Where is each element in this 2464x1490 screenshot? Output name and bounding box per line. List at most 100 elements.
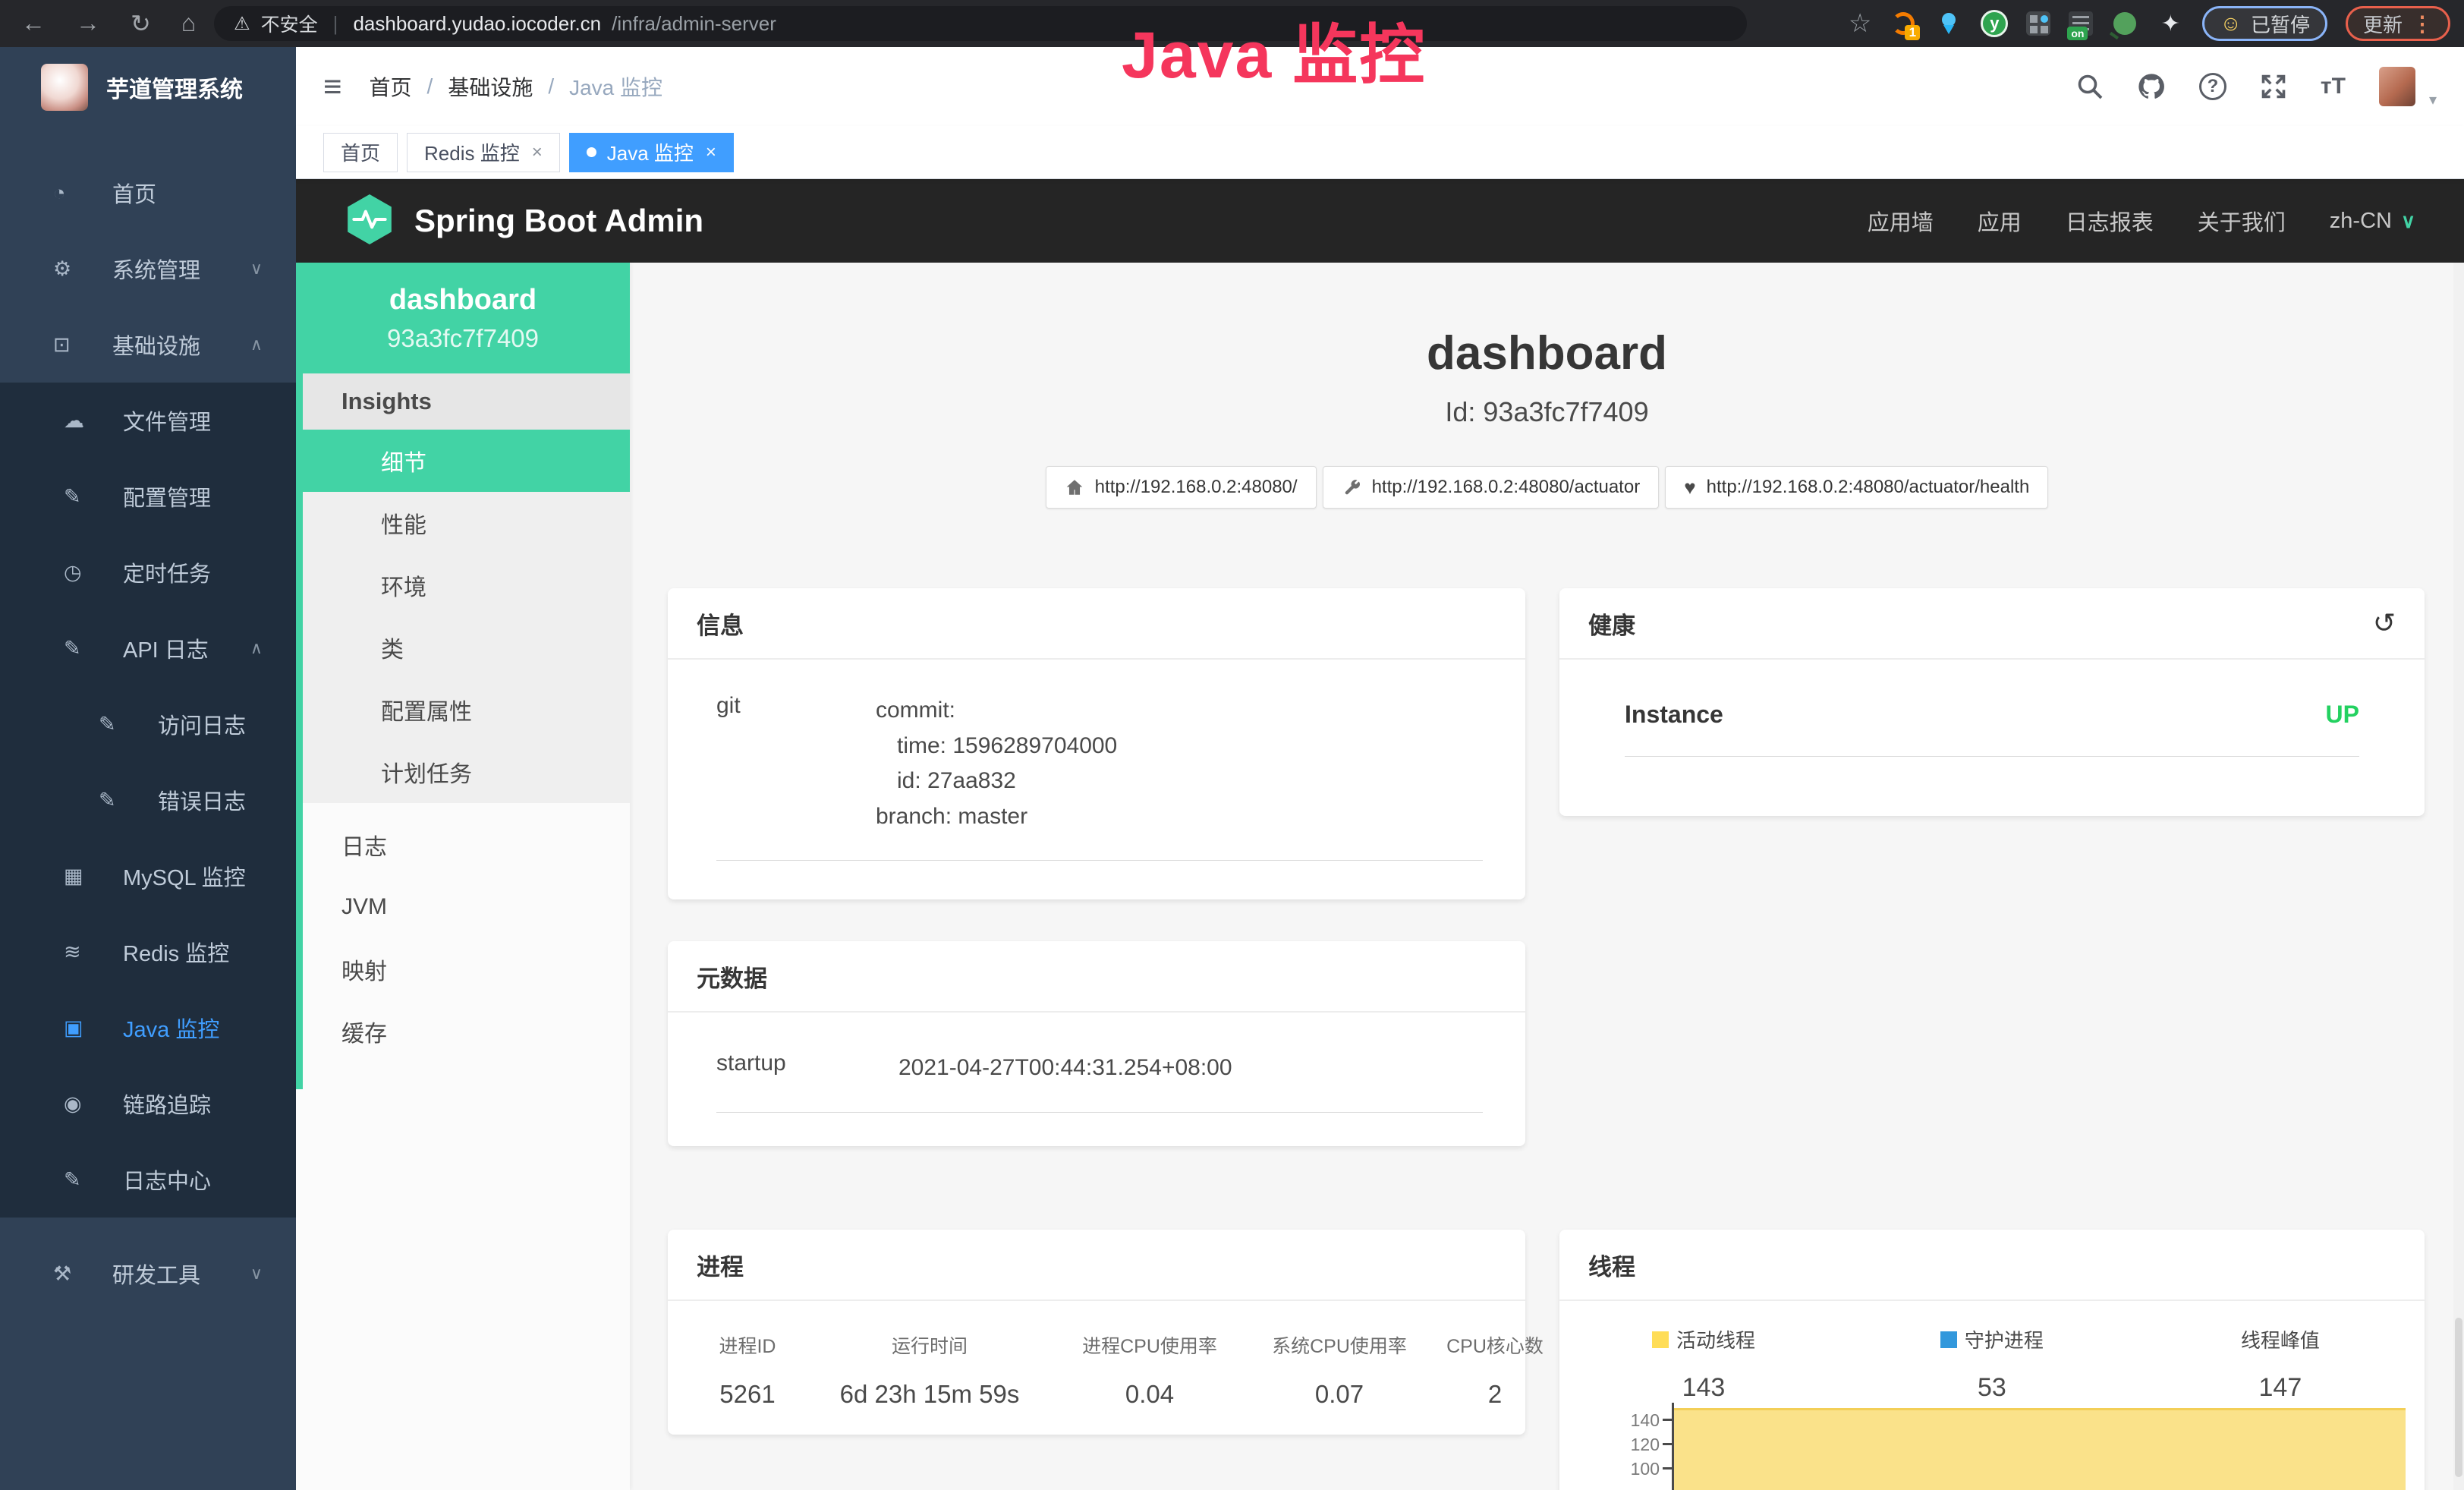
clock-icon: ◷ <box>64 561 97 584</box>
sidebar-item-log-center[interactable]: ✎ 日志中心 <box>0 1142 296 1218</box>
hamburger-icon[interactable]: ≡ <box>323 71 342 102</box>
sba-item-details[interactable]: 细节 <box>296 430 630 492</box>
info-card: 信息 git commit: time: 1596289704000 id: 2… <box>668 588 1525 899</box>
sidebar-item-redis-monitor[interactable]: ≋ Redis 监控 <box>0 914 296 990</box>
bookmark-star-icon[interactable]: ☆ <box>1849 8 1871 39</box>
metadata-card-title: 元数据 <box>668 941 1525 1013</box>
sidebar-item-config-manage[interactable]: ✎ 配置管理 <box>0 458 296 534</box>
extension-switch-icon[interactable]: on <box>2069 11 2093 36</box>
sba-nav-wallboard[interactable]: 应用墙 <box>1868 205 1934 237</box>
health-instance-row[interactable]: Instance UP <box>1625 701 2359 757</box>
url-host[interactable]: dashboard.yudao.iocoder.cn <box>353 12 601 36</box>
breadcrumb-current: Java 监控 <box>569 71 662 102</box>
instance-id: 93a3fc7f7409 <box>387 324 539 353</box>
sba-item-metrics[interactable]: 性能 <box>296 492 630 554</box>
threads-chart: 140 120 100 <box>1559 1230 2425 1490</box>
extension-pin-icon[interactable] <box>1935 10 1962 37</box>
chevron-up-icon: ∧ <box>250 638 263 658</box>
security-label[interactable]: 不安全 <box>261 10 318 37</box>
instance-name: dashboard <box>389 284 537 317</box>
actuator-url-button[interactable]: http://192.168.0.2:48080/actuator <box>1323 466 1660 509</box>
sidebar-item-infra[interactable]: ⊡ 基础设施 ∧ <box>0 307 296 383</box>
sidebar-item-java-monitor[interactable]: ▣ Java 监控 <box>0 990 296 1066</box>
github-icon[interactable] <box>2137 72 2166 101</box>
live-threads-area <box>1674 1408 2406 1490</box>
tools-icon: ⚒ <box>53 1262 87 1286</box>
browser-update-button[interactable]: 更新 ⋮ <box>2346 6 2450 41</box>
forward-icon[interactable]: → <box>76 9 100 38</box>
close-icon[interactable]: × <box>532 142 543 163</box>
instance-links: http://192.168.0.2:48080/ http://192.168… <box>630 466 2464 509</box>
sidebar-item-file-manage[interactable]: ☁ 文件管理 <box>0 383 296 458</box>
extension-grid-icon[interactable] <box>2026 11 2050 36</box>
sba-item-mappings[interactable]: 映射 <box>296 938 630 1000</box>
avatar-caret-icon[interactable]: ▾ <box>2429 90 2437 109</box>
edit-icon: ✎ <box>99 713 132 736</box>
scrollbar-thumb[interactable] <box>2455 1318 2462 1477</box>
tab-home[interactable]: 首页 <box>323 133 398 172</box>
extension-leaf-icon[interactable] <box>2111 10 2138 37</box>
metadata-card: 元数据 startup 2021-04-27T00:44:31.254+08:0… <box>668 941 1525 1146</box>
extension-green-y-icon[interactable]: y <box>1981 10 2008 37</box>
info-card-title: 信息 <box>668 588 1525 660</box>
browser-menu-icon[interactable]: ⋮ <box>2412 11 2433 36</box>
sidebar-item-dev-tools[interactable]: ⚒ 研发工具 ∨ <box>0 1236 296 1312</box>
search-icon[interactable] <box>2076 73 2104 100</box>
help-icon[interactable]: ? <box>2199 73 2226 100</box>
reload-icon[interactable]: ↻ <box>131 9 151 38</box>
extensions-puzzle-icon[interactable]: ✦ <box>2157 10 2184 37</box>
history-icon[interactable]: ↺ <box>2373 607 2396 639</box>
page-scrollbar[interactable] <box>2453 263 2464 1490</box>
sba-nav-about[interactable]: 关于我们 <box>2198 205 2286 237</box>
sidebar-item-access-log[interactable]: ✎ 访问日志 <box>0 686 296 762</box>
wrench-icon <box>1342 477 1361 497</box>
sba-logo-icon <box>345 193 395 250</box>
sba-language-select[interactable]: zh-CN ∨ <box>2330 209 2415 234</box>
health-url-button[interactable]: ♥ http://192.168.0.2:48080/actuator/heal… <box>1665 466 2048 509</box>
instance-id-line: Id: 93a3fc7f7409 <box>630 396 2464 428</box>
sba-item-jvm[interactable]: JVM <box>296 876 630 938</box>
sba-item-environment[interactable]: 环境 <box>296 554 630 616</box>
app-title: 芋道管理系统 <box>106 71 243 104</box>
extension-colorzilla-icon[interactable]: 1 <box>1890 10 1917 37</box>
service-url-button[interactable]: http://192.168.0.2:48080/ <box>1046 466 1317 509</box>
sba-item-caches[interactable]: 缓存 <box>296 1000 630 1063</box>
home-icon[interactable]: ⌂ <box>181 9 196 38</box>
threads-card: 线程 活动线程 守护进程 线程峰值 <box>1559 1230 2425 1490</box>
sba-navbar: Spring Boot Admin 应用墙 应用 日志报表 关于我们 zh-CN… <box>296 179 2464 263</box>
sba-section-insights: Insights <box>296 373 630 430</box>
font-size-icon[interactable]: тT <box>2321 74 2346 99</box>
sba-brand[interactable]: Spring Boot Admin <box>414 203 703 239</box>
address-bar[interactable]: ⚠ 不安全 | dashboard.yudao.iocoder.cn /infr… <box>214 6 1747 41</box>
sba-item-config-props[interactable]: 配置属性 <box>296 679 630 741</box>
tab-redis-monitor[interactable]: Redis 监控 × <box>407 133 560 172</box>
sba-main: dashboard Id: 93a3fc7f7409 http://192.16… <box>630 263 2464 1490</box>
process-table: 进程ID 运行时间 进程CPU使用率 系统CPU使用率 CPU核心数 5261 … <box>691 1331 1510 1409</box>
sba-nav-journal[interactable]: 日志报表 <box>2066 205 2154 237</box>
sidebar-item-home[interactable]: ◔ 首页 <box>0 155 296 231</box>
sidebar-item-api-log[interactable]: ✎ API 日志 ∧ <box>0 610 296 686</box>
sba-item-logs[interactable]: 日志 <box>296 814 630 876</box>
sba-nav-applications[interactable]: 应用 <box>1978 205 2022 237</box>
avatar-emoji-icon: ☺ <box>2220 11 2242 36</box>
sba-instance-header[interactable]: dashboard 93a3fc7f7409 <box>296 263 630 373</box>
sba-item-classes[interactable]: 类 <box>296 616 630 679</box>
sidebar-item-mysql-monitor[interactable]: ▦ MySQL 监控 <box>0 838 296 914</box>
profile-paused-chip[interactable]: ☺ 已暂停 <box>2202 6 2327 41</box>
breadcrumb-infra[interactable]: 基础设施 <box>448 71 533 102</box>
close-icon[interactable]: × <box>706 142 716 163</box>
url-path[interactable]: /infra/admin-server <box>612 12 776 36</box>
sba-sidebar-scroll-thumb[interactable] <box>296 263 303 1089</box>
user-avatar[interactable] <box>2379 67 2415 106</box>
back-icon[interactable]: ← <box>21 9 46 38</box>
sidebar-item-tracing[interactable]: ◉ 链路追踪 <box>0 1066 296 1142</box>
tab-java-monitor[interactable]: Java 监控 × <box>569 133 734 172</box>
breadcrumb-home[interactable]: 首页 <box>370 71 412 102</box>
sidebar-item-error-log[interactable]: ✎ 错误日志 <box>0 762 296 838</box>
cloud-icon: ☁ <box>64 409 97 433</box>
sidebar-item-scheduled-jobs[interactable]: ◷ 定时任务 <box>0 534 296 610</box>
sidebar-item-system[interactable]: ⚙ 系统管理 ∨ <box>0 231 296 307</box>
fullscreen-icon[interactable] <box>2260 73 2287 100</box>
monitor-icon: ⊡ <box>53 333 87 357</box>
sba-item-scheduled-tasks[interactable]: 计划任务 <box>296 741 630 803</box>
